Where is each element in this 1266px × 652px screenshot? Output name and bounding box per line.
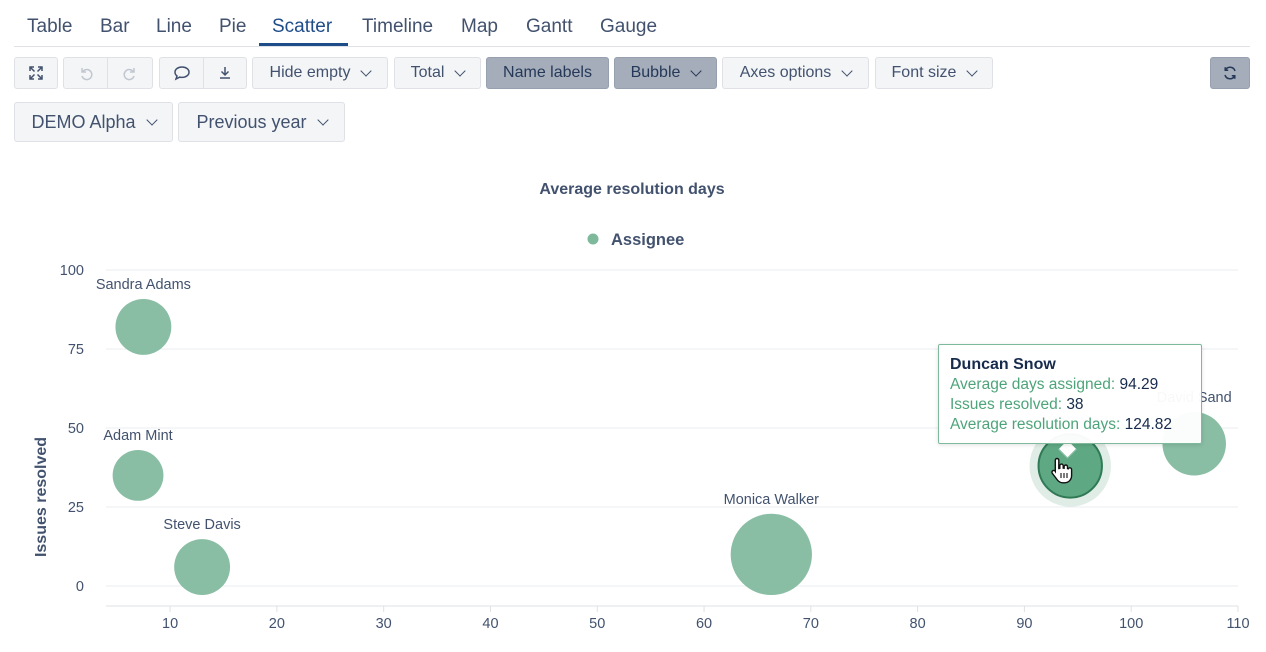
tab-map[interactable]: Map	[461, 16, 498, 38]
x-tick-label: 90	[1016, 616, 1032, 632]
axes-options-label: Axes options	[739, 64, 832, 81]
chevron-down-icon	[841, 64, 853, 77]
axes-options-dropdown[interactable]: Axes options	[722, 57, 869, 89]
legend-label: Assignee	[611, 231, 684, 249]
chevron-down-icon	[145, 113, 158, 126]
project-filter-dropdown[interactable]: DEMO Alpha	[14, 102, 173, 142]
tooltip-value: 124.82	[1124, 416, 1173, 433]
bubble-label: Bubble	[630, 64, 681, 81]
y-tick-label: 50	[68, 421, 84, 437]
x-tick-label: 30	[376, 616, 392, 632]
name-labels-toggle[interactable]: Name labels	[486, 57, 609, 89]
period-filter-label: Previous year	[196, 111, 307, 132]
chevron-down-icon	[966, 64, 979, 77]
tooltip-value: 94.29	[1119, 376, 1159, 393]
y-axis-label: Issues resolved	[33, 437, 50, 557]
x-tick-label: 70	[803, 616, 819, 632]
download-button[interactable]	[203, 57, 247, 89]
tooltip-row: Average resolution days: 124.82	[950, 415, 1201, 435]
expand-icon	[29, 66, 43, 80]
tab-table[interactable]: Table	[27, 16, 72, 38]
x-tick-label: 100	[1119, 616, 1143, 632]
x-tick-label: 110	[1226, 616, 1249, 632]
tab-timeline[interactable]: Timeline	[362, 16, 433, 38]
x-tick-label: 50	[589, 616, 605, 632]
redo-button[interactable]	[107, 57, 153, 89]
x-tick-label: 60	[696, 616, 712, 632]
total-dropdown[interactable]: Total	[394, 57, 481, 89]
y-tick-label: 25	[68, 500, 84, 516]
x-tick-label: 40	[482, 616, 498, 632]
pointer-hand-icon	[1051, 457, 1073, 484]
font-size-dropdown[interactable]: Font size	[875, 57, 993, 89]
tooltip-row: Average days assigned: 94.29	[950, 375, 1201, 395]
tooltip-row: Issues resolved: 38	[950, 395, 1201, 415]
refresh-icon	[1224, 66, 1236, 80]
point-label: Monica Walker	[724, 492, 820, 508]
undo-icon	[80, 68, 93, 81]
x-tick-label: 10	[162, 616, 178, 632]
fullscreen-button[interactable]	[14, 57, 58, 89]
point-label: Sandra Adams	[96, 277, 191, 293]
y-tick-label: 75	[68, 342, 84, 358]
redo-icon	[123, 68, 135, 81]
hide-empty-dropdown[interactable]: Hide empty	[252, 57, 388, 89]
tab-pie[interactable]: Pie	[219, 16, 246, 38]
tooltip-key: Average days assigned:	[950, 376, 1120, 393]
bubble-point[interactable]	[112, 450, 164, 501]
point-label: Steve Davis	[163, 517, 240, 533]
tab-gauge[interactable]: Gauge	[600, 16, 657, 38]
project-filter-label: DEMO Alpha	[31, 111, 136, 132]
tab-line[interactable]: Line	[156, 16, 192, 38]
chevron-down-icon	[454, 64, 467, 77]
undo-button[interactable]	[63, 57, 108, 89]
tab-scatter[interactable]: Scatter	[272, 16, 332, 38]
y-tick-label: 0	[76, 579, 84, 595]
tab-gantt[interactable]: Gantt	[526, 16, 572, 38]
hide-empty-label: Hide empty	[269, 64, 351, 81]
chevron-down-icon	[690, 64, 703, 77]
font-size-label: Font size	[891, 64, 957, 81]
tooltip-title: Duncan Snow	[950, 356, 1056, 373]
x-tick-label: 80	[910, 616, 926, 632]
chart-type-tabs: Table Bar Line Pie Scatter Timeline Map …	[14, 0, 1250, 47]
chart-title: Average resolution days	[539, 181, 724, 198]
chevron-down-icon	[316, 113, 329, 126]
name-labels-label: Name labels	[503, 64, 592, 81]
download-icon	[220, 67, 230, 79]
x-tick-label: 20	[269, 616, 285, 632]
y-tick-label: 100	[60, 263, 84, 279]
bubble-point[interactable]	[730, 513, 812, 596]
bubble-point[interactable]	[115, 298, 172, 355]
legend[interactable]: Assignee	[587, 231, 685, 249]
chevron-down-icon	[360, 64, 373, 77]
tab-bar[interactable]: Bar	[100, 16, 130, 38]
bubble-point[interactable]	[174, 539, 231, 595]
comment-button[interactable]	[159, 57, 204, 89]
refresh-button[interactable]	[1210, 57, 1250, 89]
legend-marker	[587, 233, 599, 245]
tooltip-value: 38	[1066, 396, 1084, 413]
point-label: Adam Mint	[103, 428, 172, 444]
bubble-dropdown[interactable]: Bubble	[614, 57, 717, 89]
tooltip-key: Average resolution days:	[950, 416, 1125, 433]
tooltip-key: Issues resolved:	[950, 396, 1067, 413]
tooltip: Duncan Snow Average days assigned: 94.29…	[938, 344, 1202, 444]
period-filter-dropdown[interactable]: Previous year	[178, 102, 345, 142]
comment-icon	[173, 66, 190, 81]
total-label: Total	[410, 64, 445, 81]
active-tab-indicator	[259, 43, 348, 46]
